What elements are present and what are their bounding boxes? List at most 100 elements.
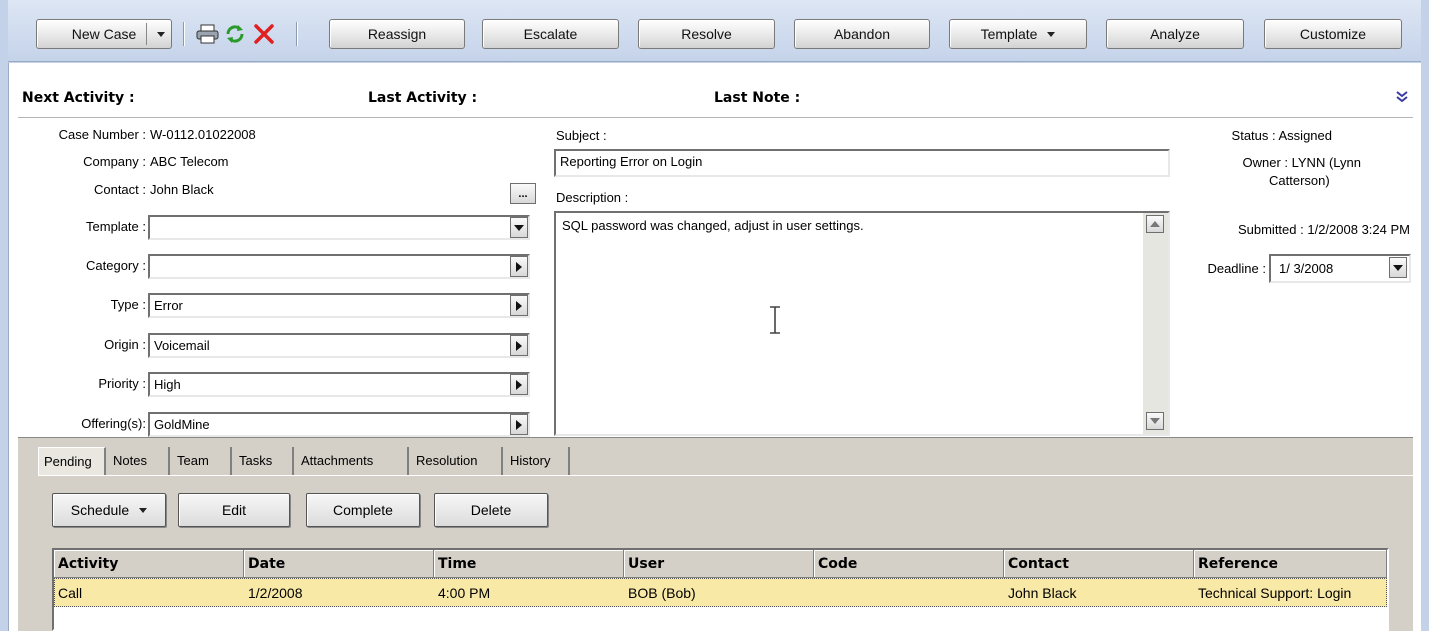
offering-lookup-icon[interactable]: [510, 414, 528, 435]
column-header[interactable]: User: [624, 550, 814, 578]
escalate-button[interactable]: Escalate: [482, 19, 619, 49]
subject-input[interactable]: Reporting Error on Login: [554, 149, 1170, 177]
type-value: Error: [154, 298, 183, 313]
tab-pending[interactable]: Pending: [38, 447, 106, 475]
subject-label: Subject :: [556, 128, 607, 143]
new-case-label: New Case: [71, 26, 137, 42]
type-field[interactable]: Error: [148, 293, 530, 318]
chevron-down-icon: [1047, 31, 1056, 37]
priority-value: High: [154, 377, 181, 392]
type-lookup-icon[interactable]: [510, 295, 528, 316]
complete-button[interactable]: Complete: [306, 493, 420, 527]
template-select[interactable]: [148, 215, 530, 240]
company-label: Company :: [83, 154, 146, 169]
chevron-down-icon[interactable]: [157, 31, 165, 37]
calendar-dropdown-icon[interactable]: [1389, 257, 1407, 278]
description-label: Description :: [556, 190, 629, 205]
type-label: Type :: [110, 297, 146, 312]
submitted-value: 1/2/2008 3:24 PM: [1307, 222, 1410, 237]
owner-label: Owner : LYNN (Lynn: [1242, 155, 1361, 170]
offering-field[interactable]: GoldMine: [148, 412, 530, 437]
status-label-text: Status :: [1231, 128, 1276, 143]
edit-button[interactable]: Edit: [178, 493, 290, 527]
template-button[interactable]: Template: [949, 19, 1087, 49]
resolve-button[interactable]: Resolve: [638, 19, 775, 49]
column-header[interactable]: Contact: [1004, 550, 1194, 578]
tab-history[interactable]: History: [505, 447, 570, 475]
subject-value: Reporting Error on Login: [560, 154, 703, 169]
origin-field[interactable]: Voicemail: [148, 333, 530, 358]
column-header[interactable]: Date: [244, 550, 434, 578]
table-cell: BOB (Bob): [628, 585, 696, 601]
delete-button[interactable]: Delete: [434, 493, 548, 527]
analyze-button[interactable]: Analyze: [1106, 19, 1244, 49]
template-field-label: Template :: [86, 219, 146, 234]
contact-label: Contact :: [93, 182, 146, 197]
toolbar-separator: [183, 22, 184, 46]
column-header[interactable]: Code: [814, 550, 1004, 578]
tab-team[interactable]: Team: [172, 447, 232, 475]
browse-label: ...: [518, 187, 528, 200]
column-header[interactable]: Reference: [1194, 550, 1387, 578]
printer-icon[interactable]: [196, 24, 220, 44]
divider: [18, 117, 1413, 118]
table-cell: Technical Support: Login: [1198, 585, 1352, 601]
priority-lookup-icon[interactable]: [510, 374, 528, 395]
category-lookup-icon[interactable]: [510, 256, 528, 277]
origin-lookup-icon[interactable]: [510, 335, 528, 356]
tab-tasks[interactable]: Tasks: [234, 447, 294, 475]
refresh-icon[interactable]: [224, 23, 246, 45]
next-activity-label: Next Activity :: [22, 90, 135, 106]
last-note-label: Last Note :: [714, 90, 801, 106]
owner-label-text: Owner :: [1242, 155, 1288, 170]
customize-label: Customize: [1299, 26, 1367, 42]
status-label: Status : Assigned: [1232, 128, 1332, 143]
delete-icon[interactable]: [253, 23, 275, 45]
owner-value-line2: Catterson): [1269, 173, 1330, 188]
collapse-chevron-icon[interactable]: [1395, 90, 1409, 104]
reassign-button[interactable]: Reassign: [329, 19, 465, 49]
schedule-button[interactable]: Schedule: [52, 493, 166, 527]
status-value: Assigned: [1278, 128, 1332, 143]
deadline-value: 1/ 3/2008: [1279, 261, 1334, 276]
priority-field[interactable]: High: [148, 372, 530, 397]
column-header[interactable]: Time: [434, 550, 624, 578]
case-number-label: Case Number :: [58, 127, 146, 142]
last-activity-label: Last Activity :: [368, 90, 478, 106]
abandon-label: Abandon: [833, 26, 891, 42]
split-divider: [146, 23, 147, 45]
tab-resolution[interactable]: Resolution: [411, 447, 503, 475]
toolbar: New Case Reassign Escalate Resolve Aband…: [8, 0, 1421, 62]
submitted-label: Submitted : 1/2/2008 3:24 PM: [1238, 222, 1410, 237]
deadline-label: Deadline :: [1207, 261, 1266, 276]
category-field[interactable]: [148, 254, 530, 279]
case-number-value: W-0112.01022008: [150, 127, 256, 142]
customize-button[interactable]: Customize: [1264, 19, 1402, 49]
abandon-button[interactable]: Abandon: [794, 19, 930, 49]
pending-activities-table: Activity Date Time User Code Contact Ref…: [52, 548, 1389, 631]
submitted-label-text: Submitted :: [1237, 222, 1304, 237]
new-case-button[interactable]: New Case: [36, 19, 172, 49]
table-cell: Call: [58, 585, 83, 601]
escalate-label: Escalate: [523, 26, 578, 42]
tab-notes[interactable]: Notes: [108, 447, 170, 475]
column-header[interactable]: Activity: [54, 550, 244, 578]
tab-attachments[interactable]: Attachments: [296, 447, 409, 475]
description-textarea[interactable]: SQL password was changed, adjust in user…: [554, 211, 1170, 436]
owner-value: LYNN (Lynn: [1291, 155, 1361, 170]
offering-value: GoldMine: [154, 417, 210, 432]
delete-label: Delete: [470, 502, 512, 518]
origin-value: Voicemail: [154, 338, 210, 353]
priority-label: Priority :: [98, 376, 146, 391]
description-scrollbar[interactable]: [1143, 213, 1168, 434]
table-cell: 1/2/2008: [248, 585, 303, 601]
contact-browse-button[interactable]: ...: [510, 183, 536, 204]
reassign-label: Reassign: [367, 26, 427, 42]
table-row[interactable]: Call 1/2/2008 4:00 PM BOB (Bob) John Bla…: [54, 578, 1387, 607]
description-value: SQL password was changed, adjust in user…: [562, 218, 864, 233]
scroll-down-icon[interactable]: [1146, 412, 1164, 430]
contact-value: John Black: [150, 182, 214, 197]
template-label: Template: [980, 26, 1038, 42]
scroll-up-icon[interactable]: [1146, 215, 1164, 233]
chevron-down-icon[interactable]: [510, 217, 528, 238]
